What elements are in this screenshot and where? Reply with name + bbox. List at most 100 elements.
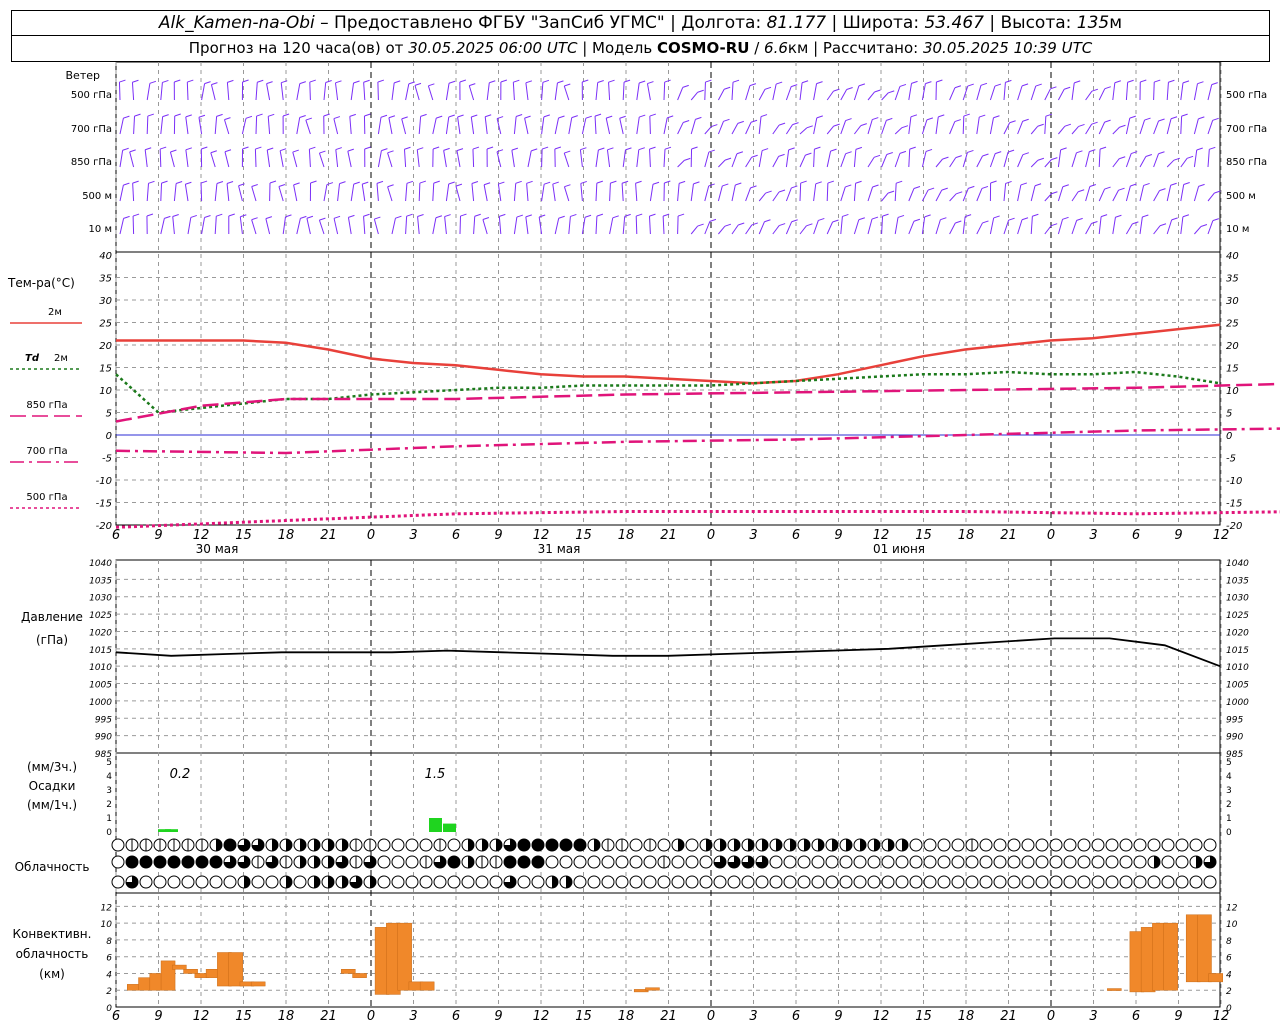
wind-barb-shaft [704,126,712,135]
cloud-symbol [713,875,727,889]
wind-barb [840,184,852,202]
wind-barb-feather [255,146,262,150]
cloud-symbol [531,875,545,889]
wind-barb [513,180,522,202]
wind-barb-shaft [266,149,271,168]
wind-barb-shaft [1003,82,1006,101]
cloud-symbol [979,838,993,852]
wind-barb-shaft [908,116,912,135]
pres-ytick-right: 1000 [1226,698,1249,708]
wind-barb [278,184,286,202]
wind-barb [129,149,136,168]
wind-barb-feather [119,79,126,83]
wind-barb-shaft [387,186,393,202]
wind-barb-feather [564,184,571,188]
wind-barb-feather [607,147,614,151]
wind-barb-feather [1154,79,1161,83]
wind-barb-feather [417,147,424,151]
wind-barb-feather [967,149,974,153]
prec-ytick-left: 3 [106,786,112,796]
wind-barb-shaft [758,116,762,135]
temp-ytick-right: -5 [1226,454,1236,465]
wind-barb [636,80,646,101]
wind-barb [908,80,918,101]
wind-barb-shaft [635,183,638,202]
temp-ytick-right: 10 [1226,386,1239,397]
wind-barb-feather [204,81,211,85]
wind-barb-shaft [663,117,668,135]
x-tick-label-bottom: 21 [320,1009,337,1024]
cloud-symbol-half [314,876,320,888]
wind-barb-shaft [1180,184,1185,202]
wind-barb-feather [708,149,715,153]
wind-barb [772,122,786,135]
wind-barb-feather [374,216,381,220]
cloud-symbol [1049,838,1063,852]
wind-barb-feather [990,180,997,184]
wind-barb-shaft [363,216,366,235]
wind-barb [251,217,258,235]
wind-barb-shaft [1071,82,1075,101]
cloud-symbol [937,855,951,869]
cloud-symbol [1007,838,1021,852]
temp-ytick-right: -20 [1226,521,1242,532]
wind-barb-shaft [350,82,355,101]
wind-barb-feather [982,220,989,224]
cloud-symbol [559,855,573,869]
wind-barb-feather [737,120,744,124]
wind-barb-feather [924,214,931,218]
wind-barb-feather [224,117,231,121]
wind-barb-feather [855,146,863,150]
wind-barb-shaft [1112,189,1119,202]
wind-level-label-right: 850 гПа [1226,157,1267,168]
wind-barb-shaft [471,183,475,202]
cloud-symbol [1021,855,1035,869]
wind-barb-feather [635,180,642,184]
wind-barb-shaft [132,216,135,235]
wind-barb-feather [282,113,290,117]
x-tick-label-bottom: 9 [494,1009,502,1024]
cloud-symbol [405,875,419,889]
wind-barb-shaft [417,216,420,235]
wind-barb-shaft [418,183,421,202]
wind-barb-feather [145,147,152,151]
wind-barb-feather [1076,150,1083,154]
pres-ytick-right: 1020 [1226,628,1249,638]
wind-barb [962,214,972,235]
cloud-symbol [195,875,209,889]
cloud-symbol [209,855,223,869]
wind-barb-shaft [826,183,829,202]
wind-barb-feather [678,180,686,184]
wind-barb-shaft [935,189,943,202]
wind-barb-feather [319,150,326,154]
wind-barb [731,120,744,135]
wind-barb [867,117,879,135]
wind-barb-shaft [1017,154,1024,168]
cloud-symbol [111,838,125,852]
wind-barb-feather [735,182,742,186]
cloud-symbol [447,875,461,889]
wind-barb [361,181,369,202]
wind-barb-shaft [894,86,901,101]
pres-ytick-left: 1025 [89,611,112,621]
wind-barb [935,114,945,135]
wind-barb-shaft [745,122,752,135]
wind-barb-shaft [1057,219,1064,235]
conv-ytick-left: 2 [106,987,112,997]
wind-barb-feather [1181,113,1188,117]
pres-ytick-left: 1020 [89,628,112,638]
wind-barb-shaft [854,125,862,135]
wind-barb-shaft [405,183,408,202]
cloud-symbol-half [734,839,740,851]
cloud-symbol [1203,875,1217,889]
cloud-symbol-half [216,839,222,851]
wind-barb-shaft [1057,186,1064,202]
wind-barb [1139,79,1147,101]
wind-barb-feather [778,189,786,193]
wind-barb-shaft [266,83,271,101]
wind-barb-feather [639,80,646,84]
wind-barb-feather [414,82,422,86]
wind-barb-shaft [935,158,943,168]
wind-barb-feather [956,191,963,195]
wind-barb-shaft [772,83,777,101]
